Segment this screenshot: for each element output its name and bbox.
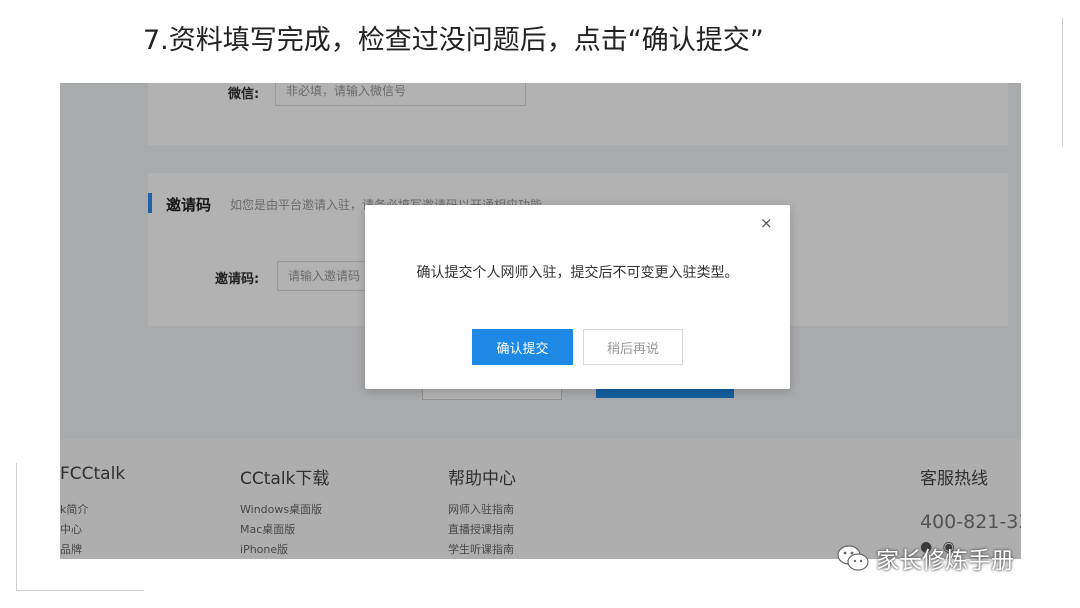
watermark-text: 家长修炼手册 [876,548,1014,574]
step-instruction: 7.资料填写完成，检查过没问题后，点击“确认提交” [143,25,764,56]
decorative-rule-right [1062,18,1063,146]
close-icon[interactable]: × [760,214,773,232]
screenshot-panel: 微信: 非必填，请输入微信号 邀请码 如您是由平台邀请入驻，请务必填写邀请码以开… [60,83,1021,559]
wechat-logo-icon [836,543,870,573]
confirm-dialog: × 确认提交个人网师入驻，提交后不可变更入驻类型。 确认提交 稍后再说 [365,205,790,389]
decorative-corner-vertical [16,463,17,591]
decorative-corner-horizontal [16,590,144,591]
confirm-submit-button[interactable]: 确认提交 [472,329,573,365]
watermark: 家长修炼手册 [836,540,1014,576]
later-button[interactable]: 稍后再说 [583,329,683,365]
dialog-message: 确认提交个人网师入驻，提交后不可变更入驻类型。 [416,265,739,281]
